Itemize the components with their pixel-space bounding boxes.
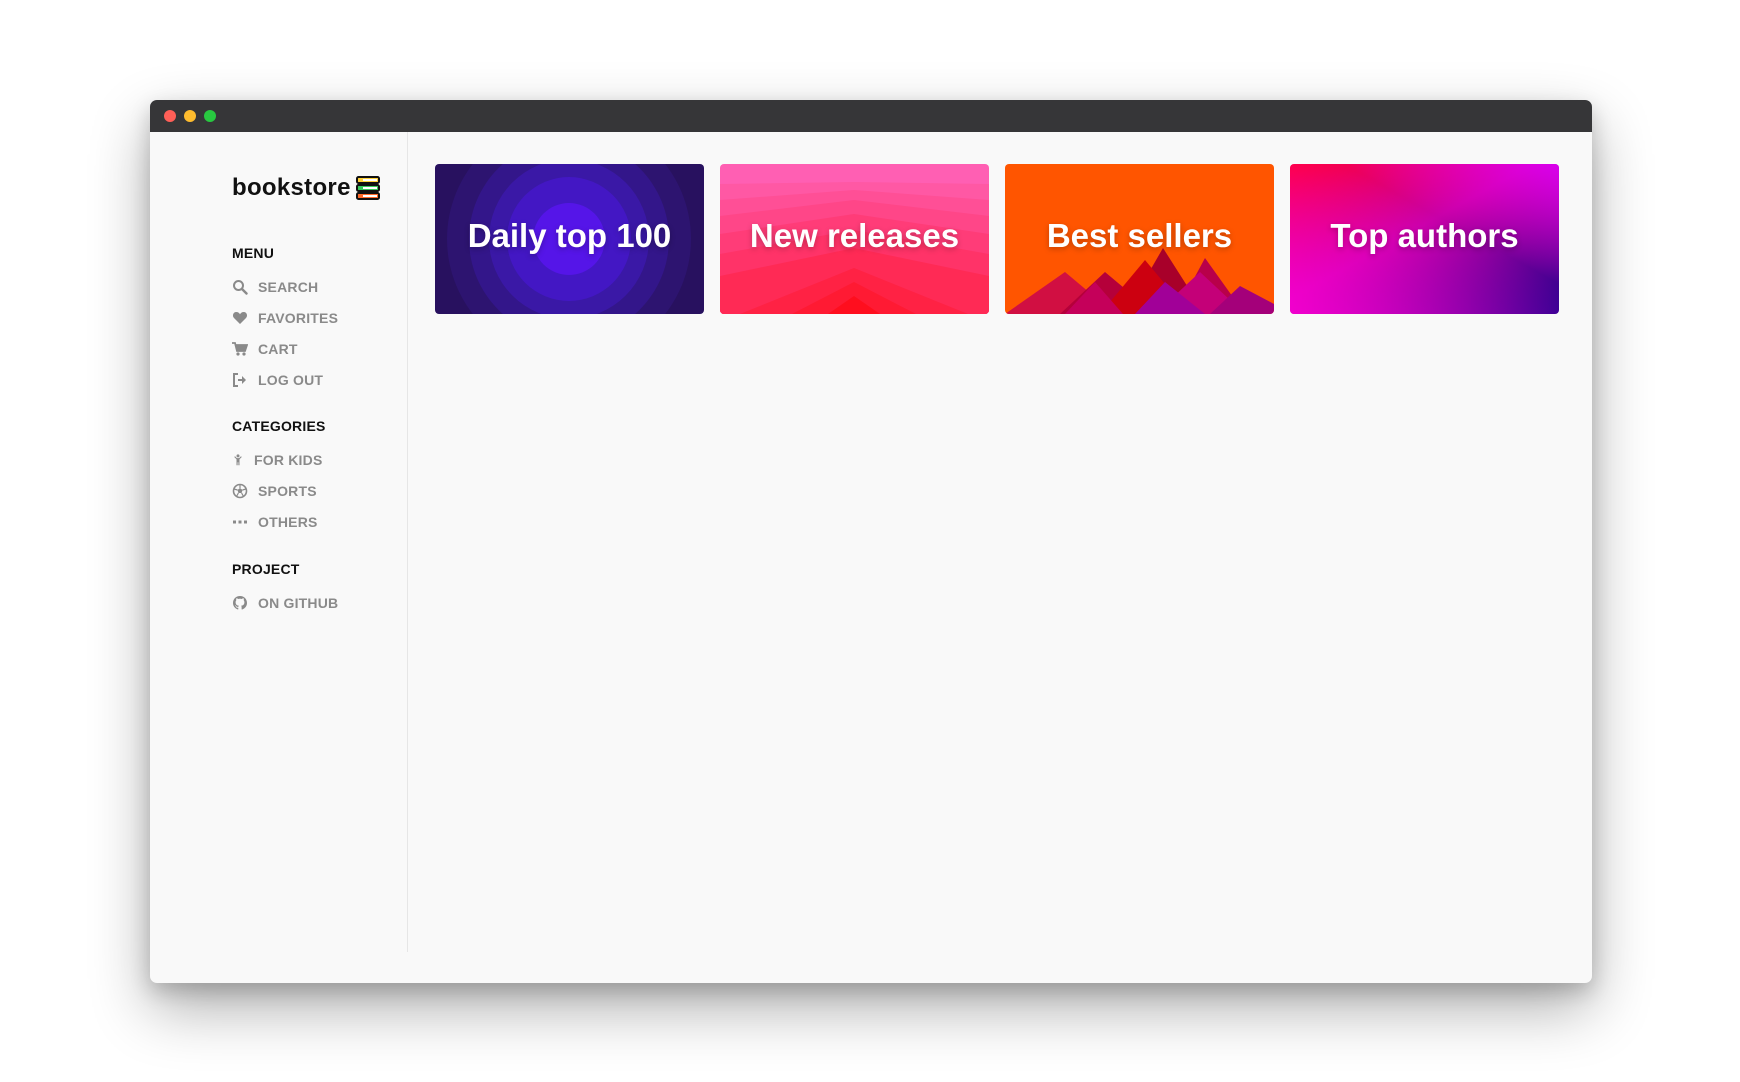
ellipsis-icon xyxy=(233,520,247,523)
github-icon xyxy=(233,595,247,609)
minimize-window-button[interactable] xyxy=(184,110,196,122)
sidebar-item-label: SEARCH xyxy=(258,278,319,295)
sidebar-item-label: OTHERS xyxy=(258,513,318,530)
card-new-releases[interactable]: New releases xyxy=(720,164,989,314)
sidebar: bookstore MENU SEARCH FAVORITES CART LOG… xyxy=(150,132,408,952)
card-title: New releases xyxy=(749,217,960,254)
menu-section: MENU SEARCH FAVORITES CART LOG OUT xyxy=(232,245,338,395)
project-section: PROJECT ON GITHUB xyxy=(232,561,338,618)
sidebar-item-label: ON GITHUB xyxy=(258,594,339,611)
project-section-title: PROJECT xyxy=(232,561,300,577)
sidebar-item-sports[interactable]: SPORTS xyxy=(232,475,326,506)
search-icon xyxy=(233,279,248,295)
child-icon xyxy=(234,453,242,465)
logout-icon xyxy=(233,372,246,387)
sidebar-item-github[interactable]: ON GITHUB xyxy=(232,587,338,618)
sidebar-item-logout[interactable]: LOG OUT xyxy=(232,364,338,395)
sidebar-item-label: FAVORITES xyxy=(258,309,339,326)
sidebar-item-for-kids[interactable]: FOR KIDS xyxy=(232,444,326,475)
window-titlebar xyxy=(150,100,1592,132)
sidebar-item-label: SPORTS xyxy=(258,482,317,499)
card-title: Top authors xyxy=(1330,217,1519,254)
menu-section-title: MENU xyxy=(232,245,275,261)
card-best-sellers[interactable]: Best sellers xyxy=(1005,164,1274,314)
sidebar-item-label: CART xyxy=(258,340,298,357)
app-content: bookstore MENU SEARCH FAVORITES CART LOG… xyxy=(150,132,1592,983)
sidebar-item-label: LOG OUT xyxy=(258,371,324,388)
maximize-window-button[interactable] xyxy=(204,110,216,122)
heart-icon xyxy=(232,311,248,324)
logo-text: bookstore xyxy=(232,174,351,201)
app-window: bookstore MENU SEARCH FAVORITES CART LOG… xyxy=(150,100,1592,983)
card-daily-top-100[interactable]: Daily top 100 xyxy=(435,164,704,314)
card-title: Best sellers xyxy=(1046,217,1233,254)
categories-section: CATEGORIES FOR KIDS SPORTS OTHERS xyxy=(232,418,326,537)
card-title: Daily top 100 xyxy=(467,217,672,254)
sidebar-item-others[interactable]: OTHERS xyxy=(232,506,326,537)
sidebar-item-search[interactable]: SEARCH xyxy=(232,271,338,302)
sidebar-item-cart[interactable]: CART xyxy=(232,333,338,364)
card-top-authors[interactable]: Top authors xyxy=(1290,164,1559,314)
featured-cards: Daily top 100 New releases Best sellers … xyxy=(435,164,1559,314)
close-window-button[interactable] xyxy=(164,110,176,122)
cart-icon xyxy=(232,341,248,356)
soccer-ball-icon xyxy=(232,483,248,498)
books-icon xyxy=(355,176,380,200)
sidebar-item-label: FOR KIDS xyxy=(254,451,323,468)
logo[interactable]: bookstore xyxy=(232,174,381,202)
categories-section-title: CATEGORIES xyxy=(232,418,326,434)
sidebar-item-favorites[interactable]: FAVORITES xyxy=(232,302,338,333)
